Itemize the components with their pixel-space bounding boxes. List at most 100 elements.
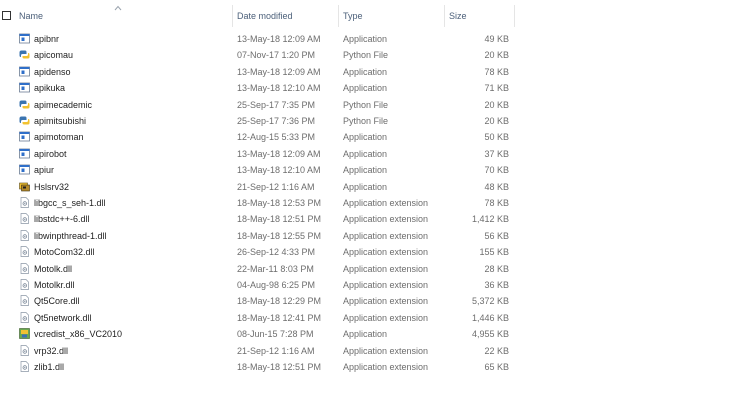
file-size: 28 KB	[484, 263, 509, 274]
column-divider[interactable]	[514, 5, 515, 27]
file-size: 56 KB	[484, 230, 509, 241]
column-header-size[interactable]: Size	[449, 11, 467, 21]
file-row[interactable]: apicomau 07-Nov-17 1:20 PM Python File 20 K…	[0, 47, 515, 63]
file-row[interactable]: apimecademic 25-Sep-17 7:35 PM Python File…	[0, 97, 515, 113]
file-date-modified: 18-May-18 12:51 PM	[237, 362, 322, 372]
file-type: Python File	[343, 116, 389, 126]
dll-file-icon	[19, 262, 30, 274]
column-divider[interactable]	[232, 5, 233, 27]
file-size: 78 KB	[484, 198, 509, 208]
column-header-date-modified[interactable]: Date modified	[237, 11, 293, 21]
file-name[interactable]: apikuka	[34, 83, 65, 93]
column-divider[interactable]	[338, 5, 339, 27]
file-size: 78 KB	[484, 66, 509, 77]
file-name[interactable]: Motolk.dll	[34, 264, 72, 274]
file-name[interactable]: apidenso	[34, 67, 71, 77]
dll-file-icon	[19, 229, 30, 241]
file-row[interactable]: Motolkr.dll 04-Aug-98 6:25 PM Application …	[0, 277, 515, 293]
file-date-modified: 18-May-18 12:51 PM	[237, 214, 322, 225]
column-header-name[interactable]: Name	[19, 11, 43, 21]
file-type: Application	[343, 329, 388, 340]
file-row[interactable]: apimitsubishi 25-Sep-17 7:36 PM Python Fil…	[0, 113, 515, 129]
file-name[interactable]: zlib1.dll	[34, 362, 64, 372]
file-type: Application extension	[343, 362, 429, 372]
file-date-modified: 12-Aug-15 5:33 PM	[237, 132, 316, 143]
file-row[interactable]: libstdc++-6.dll 18-May-18 12:51 PM Applica…	[0, 211, 515, 227]
file-type: Application	[343, 165, 388, 176]
file-name[interactable]: MotoCom32.dll	[34, 247, 95, 257]
file-row[interactable]: Qt5network.dll 18-May-18 12:41 PM Applicat…	[0, 310, 515, 326]
file-date-modified: 25-Sep-17 7:36 PM	[237, 116, 316, 126]
file-size: 70 KB	[484, 165, 509, 176]
dll-file-icon	[19, 361, 30, 372]
file-row[interactable]: apikuka 13-May-18 12:10 AM Application 71 K…	[0, 80, 515, 96]
file-name[interactable]: libstdc++-6.dll	[34, 214, 90, 224]
file-row[interactable]: libgcc_s_seh-1.dll 18-May-18 12:53 PM Appl…	[0, 195, 515, 211]
file-name[interactable]: vcredist_x86_VC2010	[34, 329, 122, 339]
column-header-type[interactable]: Type	[343, 11, 363, 21]
file-name[interactable]: apibnr	[34, 34, 59, 44]
file-date-modified: 13-May-18 12:09 AM	[237, 66, 321, 77]
file-name[interactable]: Qt5network.dll	[34, 313, 92, 323]
file-row[interactable]: vcredist_x86_VC2010 08-Jun-15 7:28 PM Appl…	[0, 326, 515, 342]
file-date-modified: 13-May-18 12:10 AM	[237, 83, 321, 94]
application-icon	[19, 164, 30, 175]
file-date-modified: 07-Nov-17 1:20 PM	[237, 50, 316, 61]
file-name[interactable]: libwinpthread-1.dll	[34, 231, 107, 241]
file-date-modified: 04-Aug-98 6:25 PM	[237, 280, 316, 290]
file-type: Python File	[343, 99, 389, 110]
select-all-checkbox[interactable]	[2, 11, 11, 20]
python-file-icon	[19, 49, 30, 60]
file-name[interactable]: vrp32.dll	[34, 346, 68, 356]
file-size: 36 KB	[484, 280, 509, 290]
file-type: Application	[343, 66, 388, 77]
file-name[interactable]: Qt5Core.dll	[34, 296, 80, 306]
sort-ascending-icon	[114, 5, 122, 11]
file-size: 50 KB	[484, 132, 509, 143]
file-name[interactable]: apimotoman	[34, 132, 84, 142]
dll-file-icon	[19, 246, 30, 258]
file-name[interactable]: Motolkr.dll	[34, 280, 75, 290]
dll-file-icon	[19, 197, 30, 208]
file-size: 37 KB	[484, 148, 509, 159]
file-size: 22 KB	[484, 345, 509, 356]
file-row[interactable]: libwinpthread-1.dll 18-May-18 12:55 PM App…	[0, 228, 515, 244]
file-row[interactable]: apirobot 13-May-18 12:09 AM Application 37 …	[0, 146, 515, 162]
file-name[interactable]: libgcc_s_seh-1.dll	[34, 198, 106, 208]
file-size: 1,412 KB	[471, 214, 509, 225]
file-row[interactable]: vrp32.dll 21-Sep-12 1:16 AM Application ex…	[0, 343, 515, 359]
file-row[interactable]: apibnr 13-May-18 12:09 AM Application 49 KB	[0, 31, 515, 47]
file-date-modified: 18-May-18 12:41 PM	[237, 312, 322, 323]
file-row[interactable]: apidenso 13-May-18 12:09 AM Application 78 …	[0, 64, 515, 80]
file-row[interactable]: Qt5Core.dll 18-May-18 12:29 PM Application…	[0, 293, 515, 309]
file-date-modified: 13-May-18 12:09 AM	[237, 148, 321, 159]
file-date-modified: 13-May-18 12:10 AM	[237, 165, 321, 176]
file-name[interactable]: apirobot	[34, 149, 67, 159]
application-icon	[19, 131, 30, 142]
file-row[interactable]: apiur 13-May-18 12:10 AM Application 70 KB	[0, 162, 515, 178]
file-date-modified: 18-May-18 12:53 PM	[237, 198, 322, 208]
file-size: 49 KB	[484, 34, 509, 44]
file-name[interactable]: apimitsubishi	[34, 116, 86, 126]
file-row[interactable]: MotoCom32.dll 26-Sep-12 4:33 PM Applicatio…	[0, 244, 515, 260]
column-header-row: Name Date modified Type Size	[0, 5, 743, 27]
file-type: Application extension	[343, 345, 429, 356]
application-icon	[19, 66, 30, 77]
file-type: Application extension	[343, 230, 429, 241]
file-name[interactable]: apiur	[34, 165, 54, 175]
file-size: 1,446 KB	[471, 312, 509, 323]
file-type: Application extension	[343, 214, 429, 225]
file-row[interactable]: zlib1.dll 18-May-18 12:51 PM Application e…	[0, 359, 515, 375]
file-row[interactable]: apimotoman 12-Aug-15 5:33 PM Application 50…	[0, 129, 515, 145]
file-type: Application extension	[343, 312, 429, 323]
file-name[interactable]: apimecademic	[34, 100, 92, 110]
file-type: Application	[343, 34, 388, 44]
file-size: 155 KB	[479, 247, 509, 258]
dll-file-icon	[19, 279, 30, 290]
file-size: 65 KB	[484, 362, 509, 372]
file-row[interactable]: Hslsrv32 21-Sep-12 1:16 AM Application 48 K…	[0, 179, 515, 195]
file-name[interactable]: Hslsrv32	[34, 182, 69, 192]
file-name[interactable]: apicomau	[34, 50, 73, 60]
file-row[interactable]: Motolk.dll 22-Mar-11 8:03 PM Application e…	[0, 261, 515, 277]
column-divider[interactable]	[444, 5, 445, 27]
